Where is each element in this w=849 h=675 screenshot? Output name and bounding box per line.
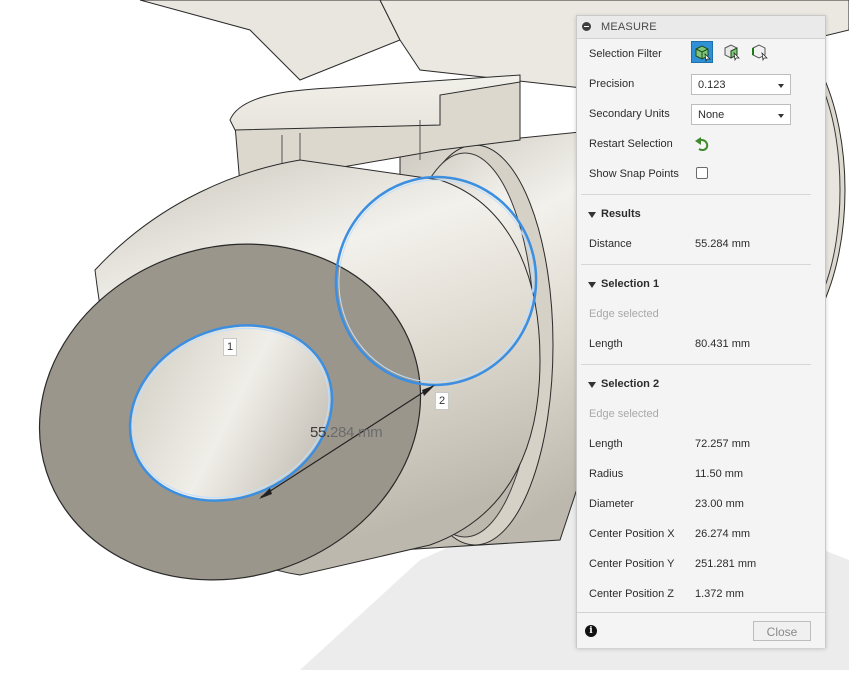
panel-title: MEASURE bbox=[601, 21, 657, 33]
selection2-length-value: 72.257 mm bbox=[695, 438, 751, 450]
distance-row: Distance 55.284 mm bbox=[577, 230, 825, 260]
edge-filter-icon bbox=[752, 44, 768, 62]
selection2-status-row: Edge selected bbox=[577, 400, 825, 430]
info-icon[interactable]: i bbox=[585, 625, 597, 637]
face-filter-icon bbox=[724, 44, 740, 62]
precision-row: Precision 0.123 bbox=[577, 70, 825, 100]
selection-filter-label: Selection Filter bbox=[589, 48, 662, 60]
dimension-value-visible: 55. bbox=[310, 424, 330, 441]
selection2-center-z-value: 1.372 mm bbox=[695, 588, 744, 600]
restart-selection-label: Restart Selection bbox=[589, 138, 673, 150]
selection2-radius-row: Radius 11.50 mm bbox=[577, 460, 825, 490]
body-filter-button[interactable] bbox=[691, 41, 713, 63]
face-filter-button[interactable] bbox=[721, 41, 743, 63]
collapse-icon[interactable] bbox=[582, 22, 591, 31]
selection2-center-z-row: Center Position Z 1.372 mm bbox=[577, 580, 825, 610]
edge-filter-button[interactable] bbox=[749, 41, 771, 63]
show-snap-points-checkbox[interactable] bbox=[696, 167, 708, 179]
selection2-center-x-label: Center Position X bbox=[589, 528, 675, 540]
selection2-diameter-row: Diameter 23.00 mm bbox=[577, 490, 825, 520]
selection1-length-value: 80.431 mm bbox=[695, 338, 751, 350]
selection2-status: Edge selected bbox=[589, 408, 659, 420]
restart-selection-row: Restart Selection bbox=[577, 130, 825, 160]
selection2-center-z-label: Center Position Z bbox=[589, 588, 674, 600]
distance-dimension-label: 55.284 mm bbox=[310, 424, 383, 441]
selection1-header: Selection 1 bbox=[601, 278, 660, 290]
selection-marker-1: 1 bbox=[223, 338, 237, 356]
selection2-center-y-value: 251.281 mm bbox=[695, 558, 757, 570]
chevron-down-icon bbox=[778, 84, 784, 88]
selection2-length-row: Length 72.257 mm bbox=[577, 430, 825, 460]
selection2-diameter-label: Diameter bbox=[589, 498, 634, 510]
secondary-units-row: Secondary Units None bbox=[577, 100, 825, 130]
secondary-units-value: None bbox=[698, 109, 725, 121]
divider bbox=[581, 264, 811, 265]
selection-filter-row: Selection Filter bbox=[577, 40, 825, 70]
selection2-length-label: Length bbox=[589, 438, 623, 450]
selection2-radius-label: Radius bbox=[589, 468, 624, 480]
secondary-units-dropdown[interactable]: None bbox=[691, 104, 791, 125]
precision-label: Precision bbox=[589, 78, 635, 90]
panel-footer: i Close bbox=[577, 612, 825, 648]
dimension-value-faded: 284 mm bbox=[329, 424, 383, 441]
triangle-down-icon bbox=[588, 382, 596, 388]
close-button[interactable]: Close bbox=[753, 621, 811, 641]
triangle-down-icon bbox=[588, 282, 596, 288]
triangle-down-icon bbox=[588, 212, 596, 218]
distance-value: 55.284 mm bbox=[695, 238, 751, 250]
restart-selection-icon[interactable] bbox=[693, 137, 711, 153]
selection1-length-row: Length 80.431 mm bbox=[577, 330, 825, 360]
upper-block-top bbox=[139, 0, 401, 81]
results-header: Results bbox=[601, 208, 641, 220]
panel-titlebar[interactable]: MEASURE bbox=[577, 16, 825, 39]
selection2-section-header[interactable]: Selection 2 bbox=[577, 370, 825, 400]
selection2-center-x-row: Center Position X 26.274 mm bbox=[577, 520, 825, 550]
secondary-units-label: Secondary Units bbox=[589, 108, 670, 120]
selection1-status: Edge selected bbox=[589, 308, 659, 320]
measure-panel: MEASURE Selection Filter Precision 0.123… bbox=[576, 15, 826, 648]
chevron-down-icon bbox=[778, 114, 784, 118]
body-filter-icon bbox=[695, 45, 711, 63]
results-section-header[interactable]: Results bbox=[577, 200, 825, 230]
selection2-center-y-label: Center Position Y bbox=[589, 558, 675, 570]
divider bbox=[581, 364, 811, 365]
selection2-radius-value: 11.50 mm bbox=[695, 468, 744, 480]
show-snap-points-row: Show Snap Points bbox=[577, 160, 825, 190]
precision-value: 0.123 bbox=[698, 79, 726, 91]
selection1-length-label: Length bbox=[589, 338, 623, 350]
selection2-header: Selection 2 bbox=[601, 378, 660, 390]
show-snap-points-label: Show Snap Points bbox=[589, 168, 679, 180]
divider bbox=[581, 194, 811, 195]
selection1-section-header[interactable]: Selection 1 bbox=[577, 270, 825, 300]
distance-label: Distance bbox=[589, 238, 632, 250]
selection-marker-2: 2 bbox=[435, 392, 449, 410]
precision-dropdown[interactable]: 0.123 bbox=[691, 74, 791, 95]
selection1-status-row: Edge selected bbox=[577, 300, 825, 330]
selection2-diameter-value: 23.00 mm bbox=[695, 498, 744, 510]
selection2-center-y-row: Center Position Y 251.281 mm bbox=[577, 550, 825, 580]
selection2-center-x-value: 26.274 mm bbox=[695, 528, 751, 540]
